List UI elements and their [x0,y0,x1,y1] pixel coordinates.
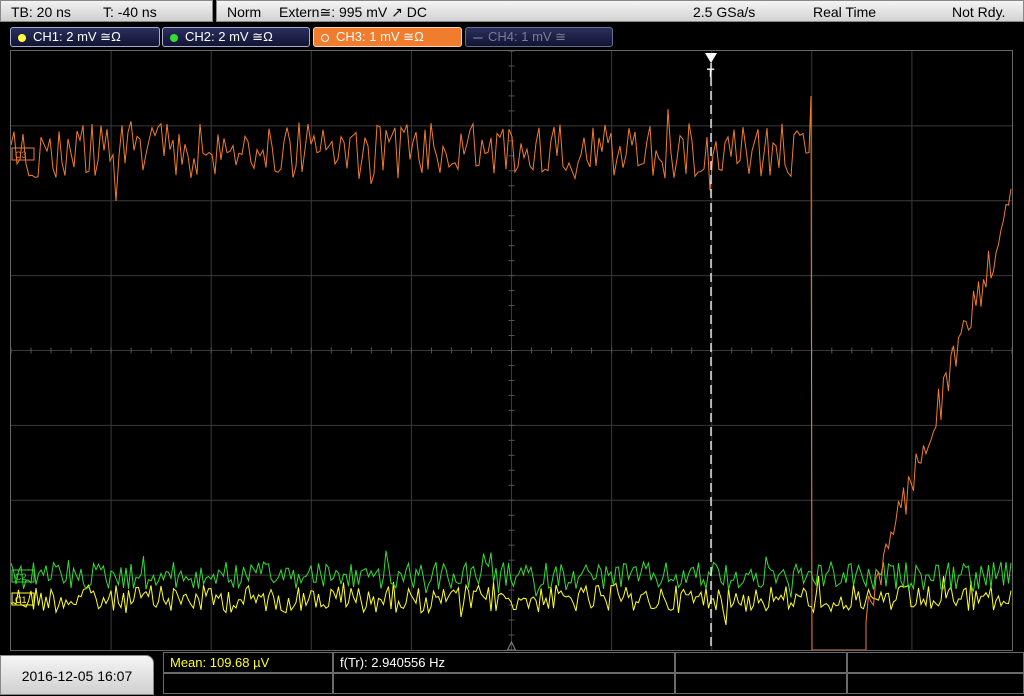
channel-tab-ch1[interactable]: CH1: 2 mV ≅Ω [10,27,160,47]
measurement-mean-label: Mean: 109.68 µV [170,655,270,670]
measurement-slot[interactable] [333,673,675,694]
waveform-canvas[interactable]: T C1 C2 C3 [11,51,1012,650]
channel-indicator-icon [18,34,26,42]
channel-tab-ch3[interactable]: CH3: 1 mV ≅Ω [313,27,462,47]
channel-ground-marker-label: C1 [15,595,27,605]
sample-rate-label[interactable]: 2.5 GSa/s [693,1,755,23]
timebase-label[interactable]: TB: 20 ns [11,1,71,23]
channel-tab-ch4[interactable]: CH4: 1 mV ≅ [465,27,613,47]
channel-label: CH1: 2 mV ≅Ω [33,29,121,44]
channel-disabled-icon [473,37,483,39]
trigger-marker-label: T [707,66,715,80]
trigger-mode-label[interactable]: Norm [227,1,261,23]
measurement-freq[interactable]: f(Tr): 2.940556 Hz [333,652,675,673]
run-state-label: Not Rdy. [952,4,1006,20]
trigger-time-label[interactable]: T: -40 ns [103,1,157,23]
trigger-arrow-icon [705,53,717,63]
date-time-label: 2016-12-05 16:07 [21,668,133,684]
channel-label: CH3: 1 mV ≅Ω [336,29,424,44]
waveform-display[interactable]: T C1 C2 C3 [10,50,1013,651]
channel-label: CH2: 2 mV ≅Ω [185,29,273,44]
measurement-freq-label: f(Tr): 2.940556 Hz [340,655,446,670]
channel-indicator-icon [170,34,178,42]
horizontal-settings[interactable]: TB: 20 ns T: -40 ns [0,0,213,22]
date-time: 2016-12-05 16:07 [0,655,154,695]
channel-bar: CH1: 2 mV ≅Ω CH2: 2 mV ≅Ω CH3: 1 mV ≅Ω C… [0,26,1024,48]
trigger-source-label[interactable]: Extern≅: 995 mV ↗ DC [279,1,427,23]
measurement-slot[interactable] [163,673,333,694]
graticule [11,51,1012,650]
channel-ground-marker-label: C3 [15,150,27,160]
measurement-slot[interactable] [847,652,1024,673]
channel-label: CH4: 1 mV ≅ [488,29,567,44]
acquisition-mode-label[interactable]: Real Time [813,1,876,23]
measurement-mean[interactable]: Mean: 109.68 µV [163,652,333,673]
channel-ground-marker-label: C2 [15,572,27,582]
measurement-slot[interactable] [847,673,1024,694]
measurement-panel[interactable]: Mean: 109.68 µV f(Tr): 2.940556 Hz [163,652,1024,695]
measurement-slot[interactable] [675,652,847,673]
channel-indicator-icon [321,34,329,42]
trigger-settings[interactable]: Norm Extern≅: 995 mV ↗ DC 2.5 GSa/s Real… [216,0,1024,22]
status-bar: TB: 20 ns T: -40 ns Norm Extern≅: 995 mV… [0,0,1024,24]
measurement-slot[interactable] [675,673,847,694]
channel-tab-ch2[interactable]: CH2: 2 mV ≅Ω [162,27,310,47]
